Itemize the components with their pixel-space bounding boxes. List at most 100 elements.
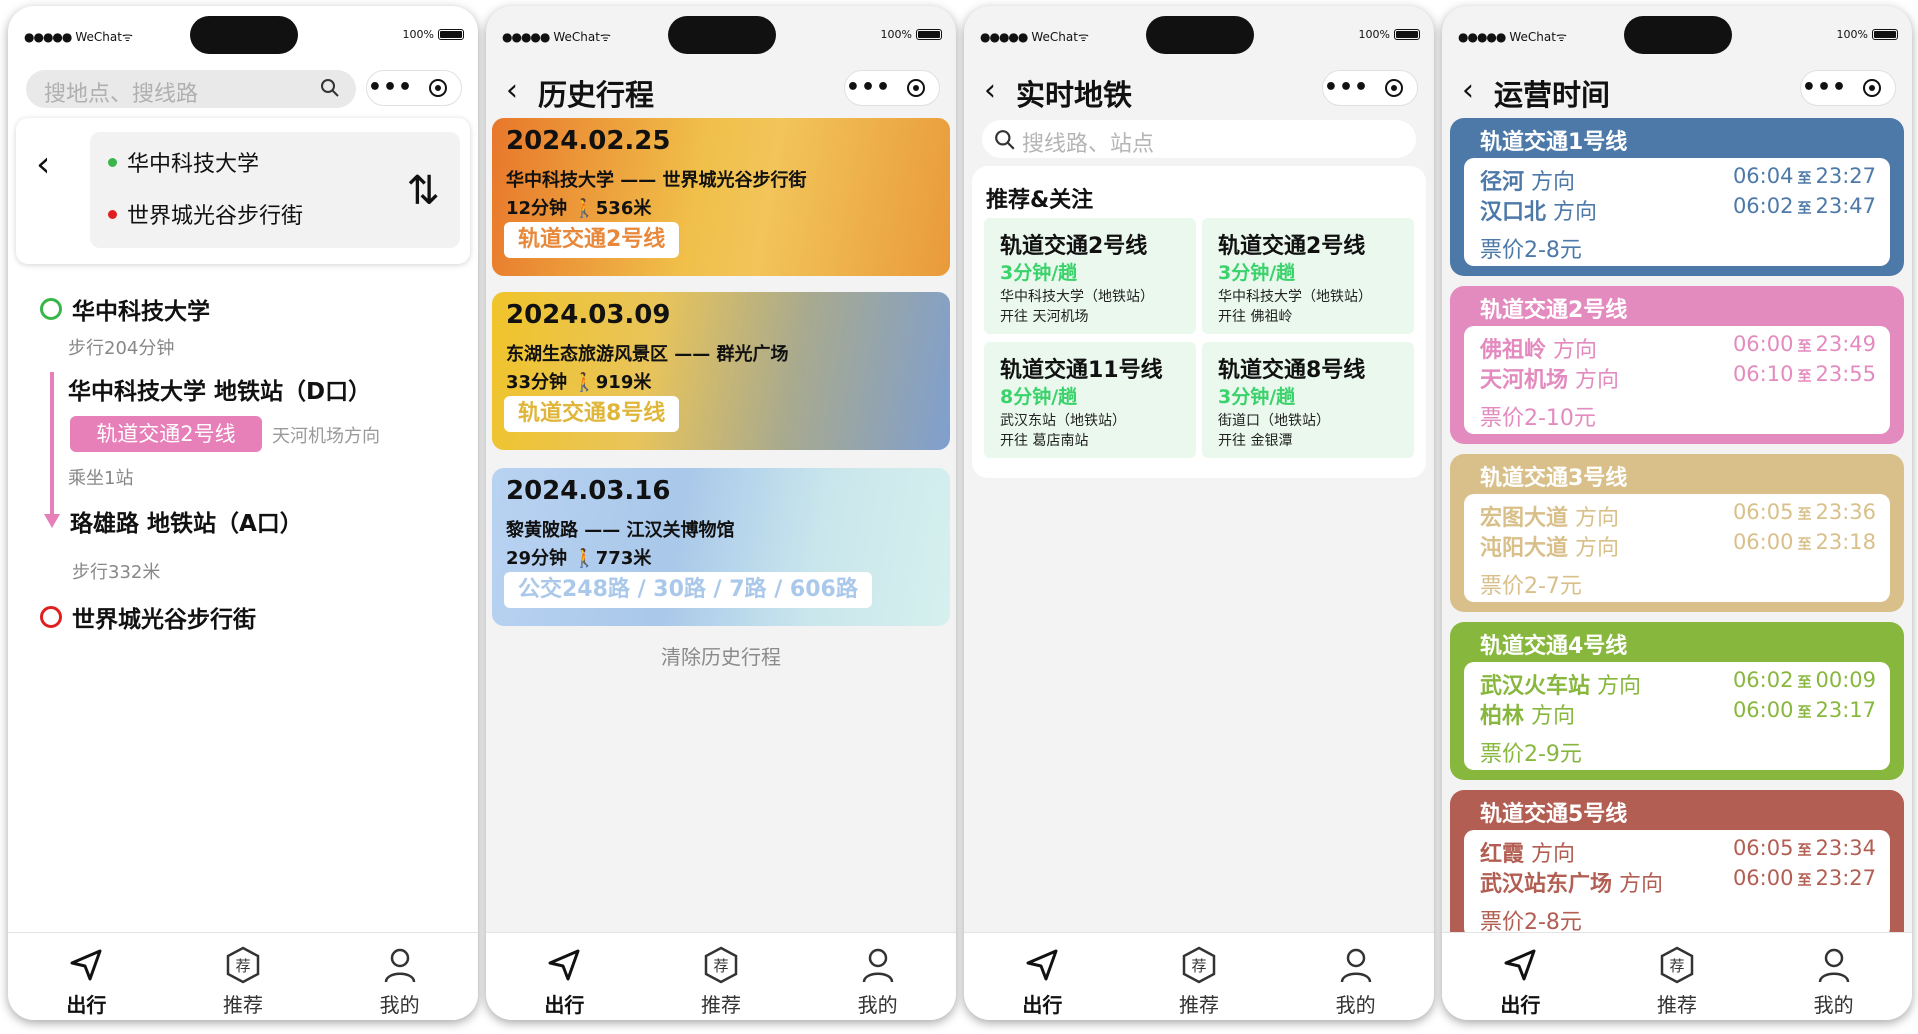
back-icon[interactable]: ‹ [1462, 76, 1474, 106]
history-route: 黎黄陂路 —— 江汉关博物馆 [506, 520, 735, 541]
close-target-icon[interactable] [414, 79, 461, 97]
line-hours-card[interactable]: 轨道交通3号线 宏图大道 方向 06:05 至 23:36 沌阳大道 方向 06:00 至 23… [1450, 454, 1904, 612]
history-card[interactable]: 2024.03.09 东湖生态旅游风景区 —— 群光广场 33分钟 🚶919米 … [492, 292, 950, 450]
line-badge[interactable]: 轨道交通2号线 [70, 416, 262, 452]
last-train-time: 23:17 [1815, 698, 1876, 722]
phone-route-planner: ●●●●●WeChatᯤ 100% 搜地点、搜线路 ••• ‹ 华中科技大学 [8, 6, 478, 1020]
destination-field[interactable]: 世界城光谷步行街 [108, 198, 303, 230]
close-target-icon[interactable] [892, 79, 939, 97]
history-distance: 773米 [595, 548, 652, 569]
back-icon[interactable]: ‹ [984, 76, 996, 106]
line-hours-card[interactable]: 轨道交通5号线 红霞 方向 06:05 至 23:34 武汉站东广场 方向 06:00 至 23… [1450, 790, 1904, 948]
line-hours-card[interactable]: 轨道交通1号线 径河 方向 06:04 至 23:27 汉口北 方向 06:02 至 23:47… [1450, 118, 1904, 276]
service-time: 06:00 至 23:49 [1733, 332, 1876, 356]
close-target-icon[interactable] [1848, 79, 1895, 97]
back-icon[interactable]: ‹ [506, 76, 518, 106]
first-train-time: 06:10 [1732, 362, 1794, 386]
tab-mine[interactable]: 我的 [1755, 933, 1912, 1020]
last-train-time: 00:09 [1815, 668, 1876, 692]
tab-bar: 出行 荐 推荐 我的 [1442, 932, 1912, 1020]
search-input[interactable]: 搜线路、站点 [982, 120, 1416, 158]
first-train-time: 06:00 [1732, 698, 1794, 722]
recommend-panel: 推荐&关注 轨道交通2号线 3分钟/趟 华中科技大学（地铁站） 开往 天河机场 … [972, 166, 1426, 478]
tab-recommend[interactable]: 荐 推荐 [1121, 933, 1278, 1020]
tab-travel[interactable]: 出行 [8, 933, 165, 1020]
first-train-time: 06:00 [1732, 332, 1794, 356]
history-line-badge: 公交248路 / 30路 / 7路 / 606路 [504, 572, 872, 608]
battery-level: 100% [402, 28, 434, 41]
direction-station: 柏林 [1480, 704, 1525, 729]
tab-mine[interactable]: 我的 [321, 933, 478, 1020]
history-duration: 12分钟 [506, 198, 568, 219]
history-card[interactable]: 2024.03.16 黎黄陂路 —— 江汉关博物馆 29分钟 🚶773米 公交2… [492, 468, 950, 626]
miniprogram-capsule[interactable]: ••• [366, 70, 462, 106]
miniprogram-capsule[interactable]: ••• [844, 70, 940, 106]
close-target-icon[interactable] [1370, 79, 1417, 97]
tab-recommend[interactable]: 荐 推荐 [165, 933, 322, 1020]
back-icon[interactable]: ‹ [36, 144, 50, 185]
tab-mine-label: 我的 [857, 993, 898, 1017]
service-time: 06:04 至 23:27 [1733, 164, 1876, 188]
history-line-badge: 轨道交通8号线 [504, 396, 680, 432]
signal-indicator: ●●●●● WeChatᯤ [502, 30, 611, 44]
clear-history-button[interactable]: 清除历史行程 [486, 641, 956, 670]
last-train-time: 23:47 [1815, 194, 1876, 218]
tab-mine-label: 我的 [1813, 993, 1854, 1017]
metro-card[interactable]: 轨道交通8号线 3分钟/趟 街道口（地铁站） 开往 金银潭 [1202, 342, 1414, 458]
more-icon[interactable]: ••• [845, 77, 892, 99]
last-train-time: 23:36 [1815, 500, 1876, 524]
station-entry: 华中科技大学 地铁站（D口） [68, 379, 372, 405]
service-time: 06:05 至 23:36 [1733, 500, 1876, 524]
metro-card[interactable]: 轨道交通2号线 3分钟/趟 华中科技大学（地铁站） 开往 佛祖岭 [1202, 218, 1414, 334]
swap-icon[interactable]: ⇅ [406, 168, 440, 214]
metro-card[interactable]: 轨道交通11号线 8分钟/趟 武汉东站（地铁站） 开往 葛店南站 [984, 342, 1196, 458]
search-placeholder: 搜线路、站点 [1022, 132, 1155, 157]
line-hours-card[interactable]: 轨道交通2号线 佛祖岭 方向 06:00 至 23:49 天河机场 方向 06:10 至 23:… [1450, 286, 1904, 444]
battery-icon [916, 29, 942, 40]
direction-station: 武汉站东广场 [1480, 872, 1613, 897]
tab-travel[interactable]: 出行 [1442, 933, 1599, 1020]
line-hours-card[interactable]: 轨道交通4号线 武汉火车站 方向 06:02 至 00:09 柏林 方向 06:00 至 23:… [1450, 622, 1904, 780]
history-card[interactable]: 2024.02.25 华中科技大学 —— 世界城光谷步行街 12分钟 🚶536米… [492, 118, 950, 276]
tab-recommend[interactable]: 荐 推荐 [643, 933, 800, 1020]
tab-bar: 出行 荐 推荐 我的 [486, 932, 956, 1020]
navigate-icon [548, 949, 580, 981]
tab-mine[interactable]: 我的 [1277, 933, 1434, 1020]
destination-label: 世界城光谷步行街 [127, 204, 304, 229]
status-bar: ●●●●● WeChatᯤ 100% [964, 6, 1434, 62]
miniprogram-capsule[interactable]: ••• [1800, 70, 1896, 106]
last-train-time: 23:27 [1815, 866, 1876, 890]
user-icon [384, 948, 415, 983]
section-title: 推荐&关注 [986, 188, 1094, 213]
origin-field[interactable]: 华中科技大学 [108, 146, 259, 178]
service-time: 06:02 至 23:47 [1733, 194, 1876, 218]
tab-travel-label: 出行 [1022, 993, 1063, 1017]
line-name: 轨道交通2号线 [1480, 298, 1628, 323]
search-icon[interactable] [320, 78, 340, 102]
more-icon[interactable]: ••• [367, 77, 414, 99]
tab-travel[interactable]: 出行 [964, 933, 1121, 1020]
line-hours-detail: 宏图大道 方向 06:05 至 23:36 沌阳大道 方向 06:00 至 23:18 票价2-… [1464, 494, 1890, 602]
metro-card[interactable]: 轨道交通2号线 3分钟/趟 华中科技大学（地铁站） 开往 天河机场 [984, 218, 1196, 334]
tab-bar: 出行 荐 推荐 我的 [964, 932, 1434, 1020]
signal-indicator: ●●●●● WeChatᯤ [980, 30, 1089, 44]
tab-mine[interactable]: 我的 [799, 933, 956, 1020]
more-icon[interactable]: ••• [1323, 77, 1370, 99]
destination-dot-icon [108, 209, 117, 219]
last-train-time: 23:55 [1815, 362, 1876, 386]
tab-recommend[interactable]: 荐 推荐 [1599, 933, 1756, 1020]
direction-word: 方向 [1553, 338, 1598, 363]
search-input[interactable]: 搜地点、搜线路 [26, 70, 356, 108]
tab-travel-label: 出行 [544, 993, 585, 1017]
tab-travel-label: 出行 [1500, 993, 1541, 1017]
tab-travel[interactable]: 出行 [486, 933, 643, 1020]
direction-row: 柏林 方向 [1480, 698, 1575, 730]
dynamic-island [1624, 16, 1732, 54]
recommend-icon-char: 荐 [713, 957, 728, 975]
line-hours-detail: 红霞 方向 06:05 至 23:34 武汉站东广场 方向 06:00 至 23:27 票价2-… [1464, 830, 1890, 938]
more-icon[interactable]: ••• [1801, 77, 1848, 99]
metro-destination: 开往 天河机场 [1000, 309, 1089, 325]
user-icon [1818, 948, 1849, 983]
miniprogram-capsule[interactable]: ••• [1322, 70, 1418, 106]
walk-icon: 🚶 [573, 198, 596, 219]
